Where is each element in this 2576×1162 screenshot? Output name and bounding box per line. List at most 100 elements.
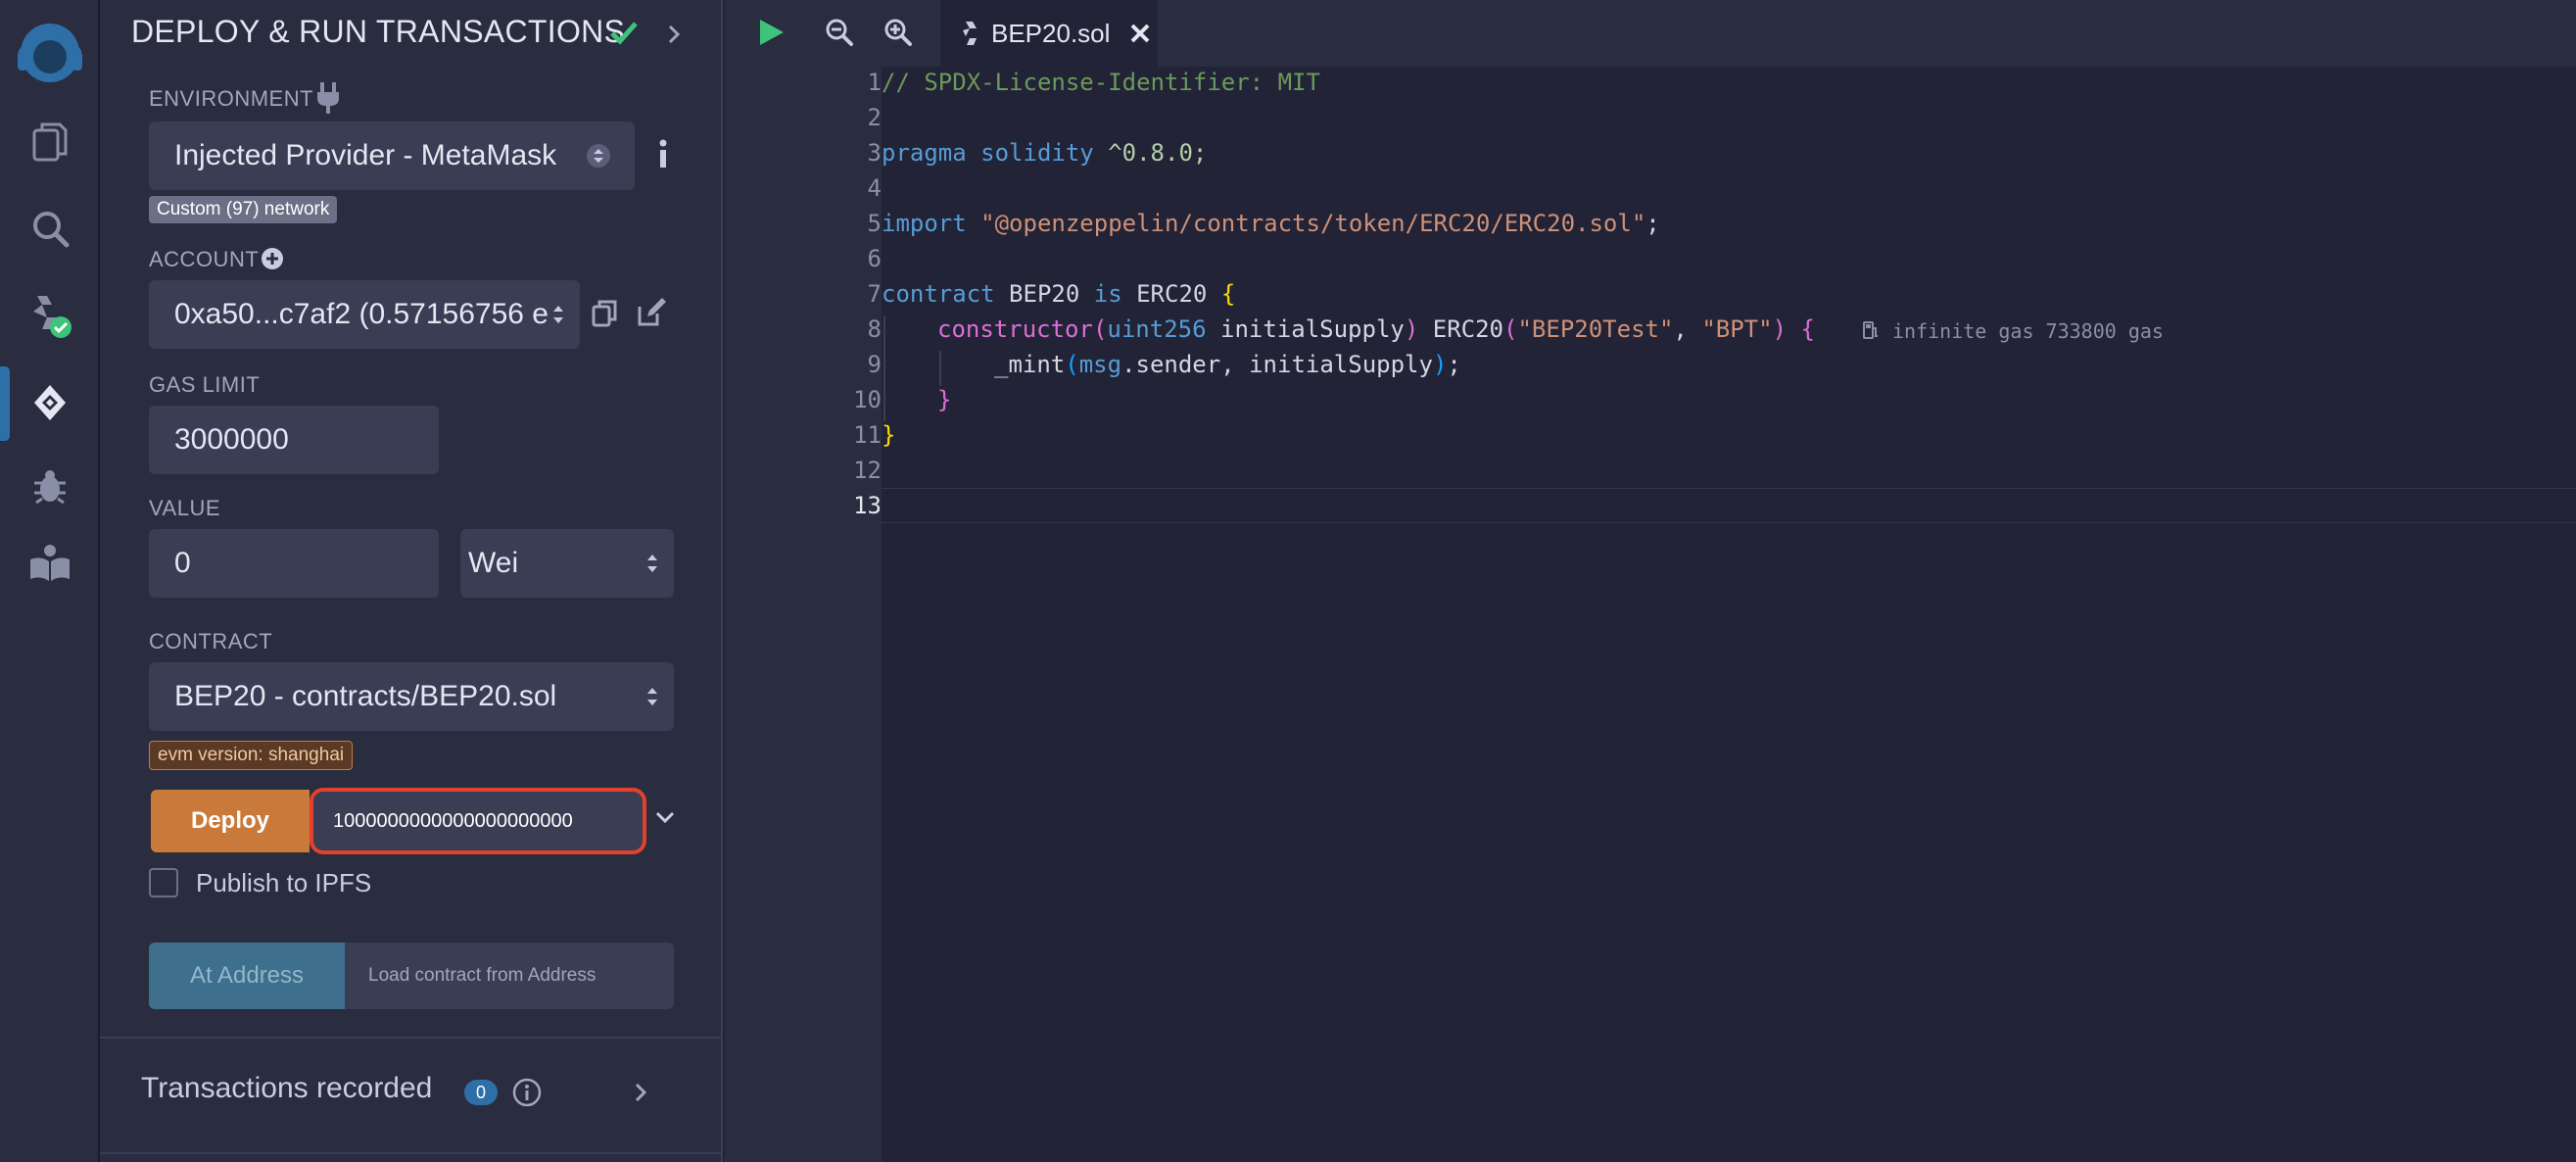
line-number: 8 bbox=[867, 315, 882, 343]
value-label: VALUE bbox=[149, 496, 221, 520]
code-line-7[interactable]: contract BEP20 is ERC20 { bbox=[882, 280, 1235, 308]
learneth-icon[interactable] bbox=[18, 531, 82, 596]
paren: ( bbox=[1065, 351, 1079, 378]
code-line-10[interactable]: } bbox=[937, 386, 951, 413]
gas-limit-label: GAS LIMIT bbox=[149, 372, 261, 397]
account-label: ACCOUNT bbox=[149, 247, 260, 271]
line-number: 10 bbox=[853, 386, 882, 413]
select-arrows-icon bbox=[647, 555, 657, 572]
code-line-3[interactable]: pragma solidity ^0.8.0; bbox=[882, 139, 1207, 167]
code-line-5[interactable]: import "@openzeppelin/contracts/token/ER… bbox=[882, 210, 1660, 237]
semicolon: ; bbox=[1447, 351, 1461, 378]
import-path: "@openzeppelin/contracts/token/ERC20/ERC… bbox=[980, 210, 1646, 237]
address-input[interactable]: Load contract from Address bbox=[345, 943, 674, 1009]
token-name-string: "BEP20Test" bbox=[1517, 315, 1674, 343]
debugger-icon[interactable] bbox=[18, 455, 82, 519]
at-address-label: At Address bbox=[189, 962, 305, 989]
solidity-compiler-icon[interactable] bbox=[18, 282, 82, 347]
panel-title: DEPLOY & RUN TRANSACTIONS bbox=[131, 14, 625, 50]
open-brace: { bbox=[1787, 315, 1815, 343]
paren: ) bbox=[1772, 315, 1788, 343]
msg-keyword: msg bbox=[1078, 351, 1122, 378]
chevron-right-icon[interactable] bbox=[633, 1082, 648, 1103]
value-unit: Wei bbox=[468, 547, 519, 579]
tab-filename: BEP20.sol bbox=[991, 18, 1111, 48]
select-arrows-icon bbox=[647, 688, 657, 705]
paren: ( bbox=[1503, 315, 1518, 343]
token-symbol-string: "BPT" bbox=[1701, 315, 1773, 343]
account-select[interactable]: 0xa50...c7af2 (0.57156756 e bbox=[149, 280, 580, 349]
section-divider bbox=[100, 1152, 723, 1154]
chevron-right-icon[interactable] bbox=[666, 24, 682, 45]
line-number: 7 bbox=[867, 280, 882, 308]
line-number: 6 bbox=[867, 245, 882, 272]
network-badge: Custom (97) network bbox=[149, 196, 338, 223]
line-number: 9 bbox=[867, 351, 882, 378]
mint-call: _mint bbox=[994, 351, 1066, 378]
copy-icon[interactable] bbox=[592, 300, 617, 327]
initial-supply-value: 1000000000000000000000 bbox=[333, 809, 573, 832]
close-icon[interactable] bbox=[1129, 23, 1151, 44]
code-line-1[interactable]: // SPDX-License-Identifier: MIT bbox=[882, 69, 1320, 96]
contract-keyword: contract bbox=[882, 280, 995, 308]
chevron-down-icon[interactable] bbox=[654, 809, 676, 825]
base-contract: ERC20 bbox=[1121, 280, 1221, 308]
code-line-9[interactable]: _mint(msg.sender, initialSupply); bbox=[994, 351, 1461, 378]
zoom-out-icon[interactable] bbox=[825, 18, 854, 47]
contract-value: BEP20 - contracts/BEP20.sol bbox=[174, 680, 557, 712]
open-brace: { bbox=[1220, 280, 1236, 308]
zoom-in-icon[interactable] bbox=[883, 18, 913, 47]
value-amount: 0 bbox=[174, 547, 191, 579]
line-number: 2 bbox=[867, 104, 882, 131]
value-unit-select[interactable]: Wei bbox=[460, 529, 674, 598]
evm-version-badge: evm version: shanghai bbox=[149, 741, 354, 770]
spdx-comment: // SPDX-License-Identifier: MIT bbox=[882, 69, 1320, 96]
deploy-run-panel: DEPLOY & RUN TRANSACTIONS ENVIRONMENT In… bbox=[100, 0, 723, 1162]
icon-rail bbox=[0, 0, 100, 1162]
contract-name: BEP20 bbox=[994, 280, 1094, 308]
line-number: 4 bbox=[867, 174, 882, 202]
code-line-8[interactable]: constructor(uint256 initialSupply) ERC20… bbox=[937, 315, 1815, 343]
deploy-run-icon[interactable] bbox=[18, 370, 82, 435]
indent-guide bbox=[939, 351, 941, 386]
code-line-11[interactable]: } bbox=[882, 421, 895, 449]
deploy-button[interactable]: Deploy bbox=[151, 790, 310, 852]
uint256-type: uint256 bbox=[1107, 315, 1207, 343]
search-icon[interactable] bbox=[18, 196, 82, 261]
line-number: 11 bbox=[853, 421, 882, 449]
solidity-file-icon bbox=[963, 22, 977, 45]
edit-icon[interactable] bbox=[637, 298, 666, 327]
line-number: 13 bbox=[853, 492, 882, 519]
select-arrows-icon bbox=[553, 306, 563, 323]
gas-limit-input[interactable]: 3000000 bbox=[149, 406, 439, 474]
tab-bep20-sol[interactable]: BEP20.sol bbox=[940, 0, 1158, 67]
line-number: 3 bbox=[867, 139, 882, 167]
add-account-icon[interactable] bbox=[261, 247, 284, 270]
is-keyword: is bbox=[1093, 280, 1122, 308]
address-placeholder: Load contract from Address bbox=[368, 965, 596, 986]
at-address-button[interactable]: At Address bbox=[149, 943, 345, 1009]
close-brace: } bbox=[937, 386, 952, 413]
deploy-button-label: Deploy bbox=[190, 807, 269, 834]
info-icon[interactable] bbox=[656, 139, 670, 170]
info-circle-icon[interactable] bbox=[511, 1077, 543, 1108]
contract-label: CONTRACT bbox=[149, 629, 273, 654]
constructor-args-input[interactable]: 1000000000000000000000 bbox=[310, 788, 646, 854]
pragma-keyword: pragma solidity bbox=[882, 139, 1094, 167]
publish-ipfs-checkbox[interactable] bbox=[149, 868, 178, 897]
environment-select[interactable]: Injected Provider - MetaMask bbox=[149, 121, 635, 190]
transactions-count: 0 bbox=[475, 1082, 486, 1102]
close-brace: } bbox=[882, 421, 896, 449]
file-explorer-icon[interactable] bbox=[18, 110, 82, 174]
current-line-highlight bbox=[882, 488, 2576, 523]
gas-estimate-hint: infinite gas 733800 gas bbox=[1892, 319, 2164, 343]
remix-logo-icon[interactable] bbox=[10, 14, 90, 88]
environment-label: ENVIRONMENT bbox=[149, 86, 314, 111]
paren: ) bbox=[1404, 315, 1419, 343]
value-input[interactable]: 0 bbox=[149, 529, 439, 598]
gas-limit-value: 3000000 bbox=[174, 423, 289, 456]
gas-pump-icon bbox=[1863, 321, 1878, 339]
run-script-icon[interactable] bbox=[756, 18, 786, 47]
section-divider bbox=[100, 1037, 723, 1039]
contract-select[interactable]: BEP20 - contracts/BEP20.sol bbox=[149, 662, 674, 731]
